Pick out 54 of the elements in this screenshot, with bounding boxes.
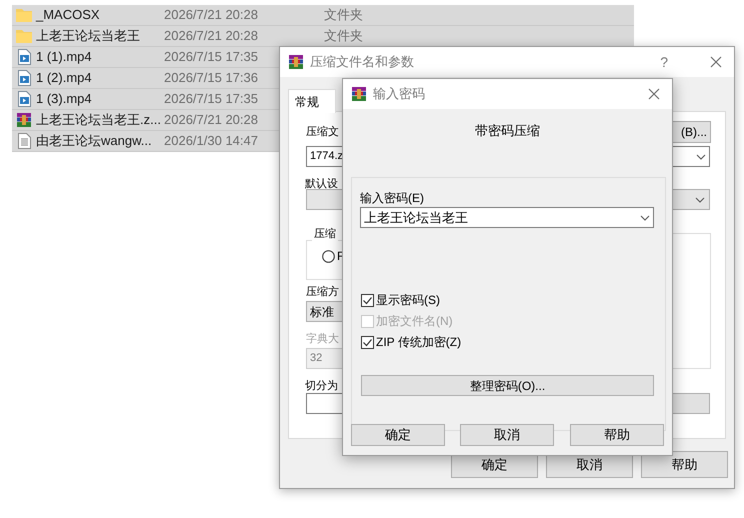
file-name: 1 (3).mp4 — [36, 90, 93, 108]
file-name: 上老王论坛当老王.z... — [36, 111, 162, 130]
file-date: 2026/1/30 14:47 — [164, 132, 258, 150]
close-icon[interactable] — [648, 88, 660, 100]
field-label: 压缩文 — [306, 124, 339, 140]
chevron-down-icon — [696, 154, 706, 160]
checkbox-square-icon — [361, 294, 374, 306]
checkbox[interactable]: ZIP 传统加密(Z) — [361, 333, 462, 351]
file-name: 1 (1).mp4 — [36, 48, 93, 66]
file-name: 由老王论坛wangw... — [36, 132, 153, 150]
field-label: 切分为 — [305, 379, 338, 394]
video-file-icon — [18, 91, 30, 107]
app-icon — [351, 86, 367, 102]
dialog-button[interactable]: 帮助 — [641, 451, 728, 478]
window-title: 压缩文件名和参数 — [310, 53, 414, 72]
tab[interactable]: 常规 — [288, 89, 336, 113]
file-type: 文件夹 — [324, 6, 363, 24]
file-name: 1 (2).mp4 — [36, 69, 93, 88]
field-label: 输入密码(E) — [360, 190, 424, 207]
checkbox-square-icon — [361, 336, 374, 348]
dialog-heading: 带密码压缩 — [474, 122, 541, 140]
close-icon[interactable] — [710, 56, 722, 68]
file-date: 2026/7/15 17:35 — [164, 90, 258, 108]
file-type: 文件夹 — [324, 27, 363, 46]
password-field[interactable]: 上老王论坛当老王 — [360, 207, 654, 228]
folder-icon — [16, 8, 32, 22]
file-name: 上老王论坛当老王 — [36, 27, 141, 46]
video-file-icon — [18, 70, 30, 86]
file-name: _MACOSX — [36, 6, 101, 24]
field-label: 压缩 — [312, 226, 338, 242]
field-label: 字典大 — [306, 332, 339, 347]
file-row[interactable]: 上老王论坛当老王 2026/7/21 20:28 文件夹 — [12, 26, 634, 47]
file-date: 2026/7/21 20:28 — [164, 6, 258, 24]
help-button[interactable]: ? — [660, 52, 668, 72]
field-label: 默认设 — [305, 177, 338, 192]
dialog-button[interactable]: 取消 — [460, 424, 554, 446]
window-title: 输入密码 — [373, 85, 425, 104]
file-row[interactable]: _MACOSX 2026/7/21 20:28 文件夹 — [12, 5, 634, 26]
field-label: 压缩方 — [306, 284, 339, 300]
chevron-down-icon — [695, 196, 705, 202]
chevron-down-icon — [640, 214, 650, 220]
folder-icon — [16, 29, 32, 43]
checkbox-square-icon — [361, 314, 374, 328]
video-file-icon — [18, 49, 30, 65]
file-date: 2026/7/21 20:28 — [164, 27, 258, 46]
text-file-icon — [18, 133, 30, 149]
dialog-button[interactable]: 确定 — [351, 424, 445, 446]
file-date: 2026/7/21 20:28 — [164, 111, 258, 130]
stacked-books-icon — [16, 112, 32, 128]
file-date: 2026/7/15 17:36 — [164, 69, 258, 88]
file-date: 2026/7/15 17:35 — [164, 48, 258, 66]
app-icon — [288, 54, 304, 70]
organize-passwords-button[interactable]: 整理密码(O)... — [361, 375, 654, 396]
dialog-button[interactable]: 帮助 — [570, 424, 664, 446]
